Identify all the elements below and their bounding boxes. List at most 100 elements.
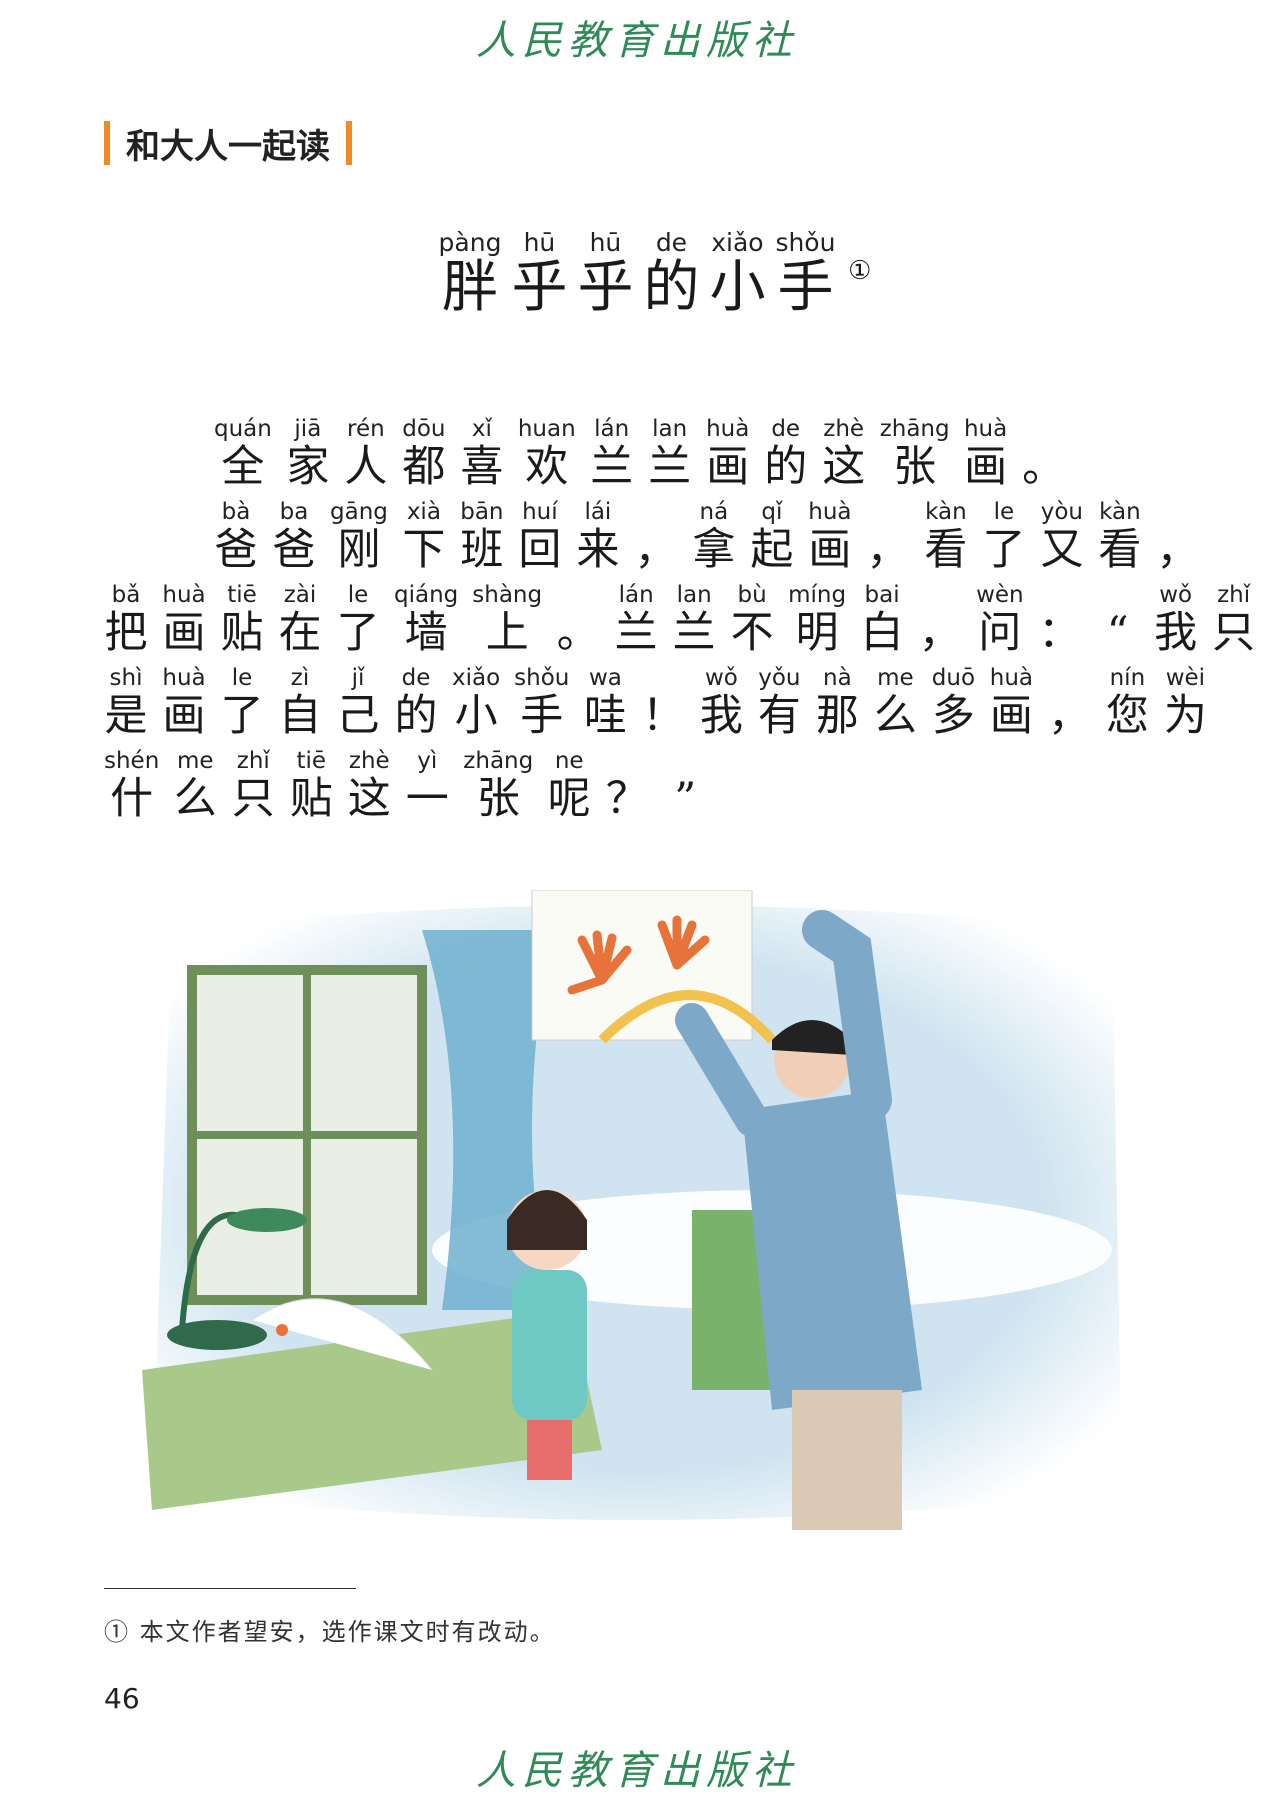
hanzi: 那 <box>815 691 859 741</box>
hanzi: 一 <box>405 774 449 824</box>
hanzi: 什 <box>110 774 154 824</box>
ruby-char: shǒu 手 <box>514 665 569 738</box>
ruby-char: le 了 <box>220 665 264 738</box>
section-bar-left <box>104 121 110 165</box>
ruby-char: ？ <box>605 748 649 821</box>
ruby-char: de 的 <box>394 665 438 738</box>
hanzi: 画 <box>162 608 206 658</box>
hanzi: 我 <box>699 691 743 741</box>
footnote: ① 本文作者望安，选作课文时有改动。 <box>104 1618 556 1646</box>
hanzi: 乎 <box>511 255 568 320</box>
hanzi: 画 <box>989 691 1033 741</box>
hanzi: ， <box>866 525 910 575</box>
hanzi: 喜 <box>460 442 504 492</box>
hanzi: 兰 <box>648 442 692 492</box>
hanzi: 画 <box>706 442 750 492</box>
hanzi: ， <box>634 525 678 575</box>
hanzi: ？ <box>605 774 649 824</box>
ruby-char: kàn 看 <box>924 499 968 572</box>
hanzi: 张 <box>476 774 520 824</box>
ruby-char: ” <box>663 748 707 821</box>
ruby-char: ： <box>1038 582 1082 655</box>
hanzi: 手 <box>520 691 564 741</box>
hanzi: 贴 <box>289 774 333 824</box>
ruby-char: ， <box>1047 665 1091 738</box>
ruby-char: tiē 贴 <box>220 582 264 655</box>
hanzi: 手 <box>777 255 834 320</box>
hanzi: 张 <box>893 442 937 492</box>
handprint-drawing <box>531 890 753 1041</box>
hanzi: 明 <box>795 608 839 658</box>
ruby-char: zhǐ 只 <box>1212 582 1256 655</box>
ruby-char: me 么 <box>873 665 917 738</box>
ruby-char: 。 <box>556 582 600 655</box>
ruby-char: shàng 上 <box>472 582 542 655</box>
ruby-char: jǐ 己 <box>336 665 380 738</box>
ruby-char: 。 <box>1022 416 1066 489</box>
hanzi: 画 <box>964 442 1008 492</box>
ruby-char: gāng 刚 <box>330 499 388 572</box>
hanzi: 小 <box>454 691 498 741</box>
hanzi: ， <box>918 608 962 658</box>
ruby-char: ， <box>866 499 910 572</box>
hanzi: ， <box>1047 691 1091 741</box>
ruby-char: lái 来 <box>576 499 620 572</box>
hanzi: 只 <box>1212 608 1256 658</box>
hanzi: 的 <box>394 691 438 741</box>
hanzi: 您 <box>1105 691 1149 741</box>
hanzi: 。 <box>556 608 600 658</box>
ruby-char: yì 一 <box>405 748 449 821</box>
hanzi: 了 <box>220 691 264 741</box>
ruby-char: shén 什 <box>104 748 159 821</box>
ruby-char: de 的 <box>764 416 808 489</box>
hanzi: 画 <box>808 525 852 575</box>
ruby-char: huà 画 <box>808 499 852 572</box>
ruby-char: jiā 家 <box>286 416 330 489</box>
ruby-char: qǐ 起 <box>750 499 794 572</box>
hanzi: 。 <box>1022 442 1066 492</box>
hanzi: 胖 <box>441 255 498 320</box>
hanzi: 了 <box>982 525 1026 575</box>
hanzi: 兰 <box>672 608 716 658</box>
footnote-rule <box>104 1588 356 1589</box>
ruby-char: ， <box>918 582 962 655</box>
ruby-char: huà 画 <box>162 582 206 655</box>
ruby-char: pàng 胖 <box>439 228 502 316</box>
ruby-char: “ <box>1096 582 1140 655</box>
hanzi: 这 <box>347 774 391 824</box>
ruby-char: xiǎo 小 <box>452 665 500 738</box>
page-number: 46 <box>104 1682 140 1715</box>
ruby-char: shǒu 手 <box>775 228 835 316</box>
hanzi: 小 <box>709 255 766 320</box>
ruby-char: xià 下 <box>402 499 446 572</box>
hanzi: ” <box>674 774 697 824</box>
ruby-char: dōu 都 <box>402 416 446 489</box>
hanzi: 我 <box>1154 608 1198 658</box>
hanzi: 来 <box>576 525 620 575</box>
ruby-char: yòu 又 <box>1040 499 1084 572</box>
text-line: bà 爸 ba 爸 gāng 刚 xià 下 bān 班 huí 回 lái 来 ， ná 拿 qǐ 起 huà 画 ， k… <box>104 499 1200 575</box>
hanzi: 全 <box>221 442 265 492</box>
ruby-char: xǐ 喜 <box>460 416 504 489</box>
ruby-char: wèi 为 <box>1163 665 1207 738</box>
hanzi: 有 <box>757 691 801 741</box>
hanzi: 爸 <box>272 525 316 575</box>
ruby-char: ba 爸 <box>272 499 316 572</box>
ruby-char: ná 拿 <box>692 499 736 572</box>
ruby-char: bǎ 把 <box>104 582 148 655</box>
ruby-char: le 了 <box>336 582 380 655</box>
ruby-char: nà 那 <box>815 665 859 738</box>
ruby-char: bai 白 <box>860 582 904 655</box>
ruby-char: zì 自 <box>278 665 322 738</box>
footnote-mark: ① <box>848 256 872 286</box>
hanzi: 己 <box>336 691 380 741</box>
text-line: bǎ 把 huà 画 tiē 贴 zài 在 le 了 qiáng 墙 shàng 上。 lán 兰 lan 兰 b… <box>104 582 1256 658</box>
ruby-char: huà 画 <box>162 665 206 738</box>
hanzi: 乎 <box>577 255 634 320</box>
ruby-char: qiáng 墙 <box>394 582 458 655</box>
ruby-char: lan 兰 <box>648 416 692 489</box>
hanzi: 人 <box>344 442 388 492</box>
ruby-char: ！ <box>641 665 685 738</box>
ruby-char: huà 画 <box>706 416 750 489</box>
hanzi: 么 <box>873 691 917 741</box>
